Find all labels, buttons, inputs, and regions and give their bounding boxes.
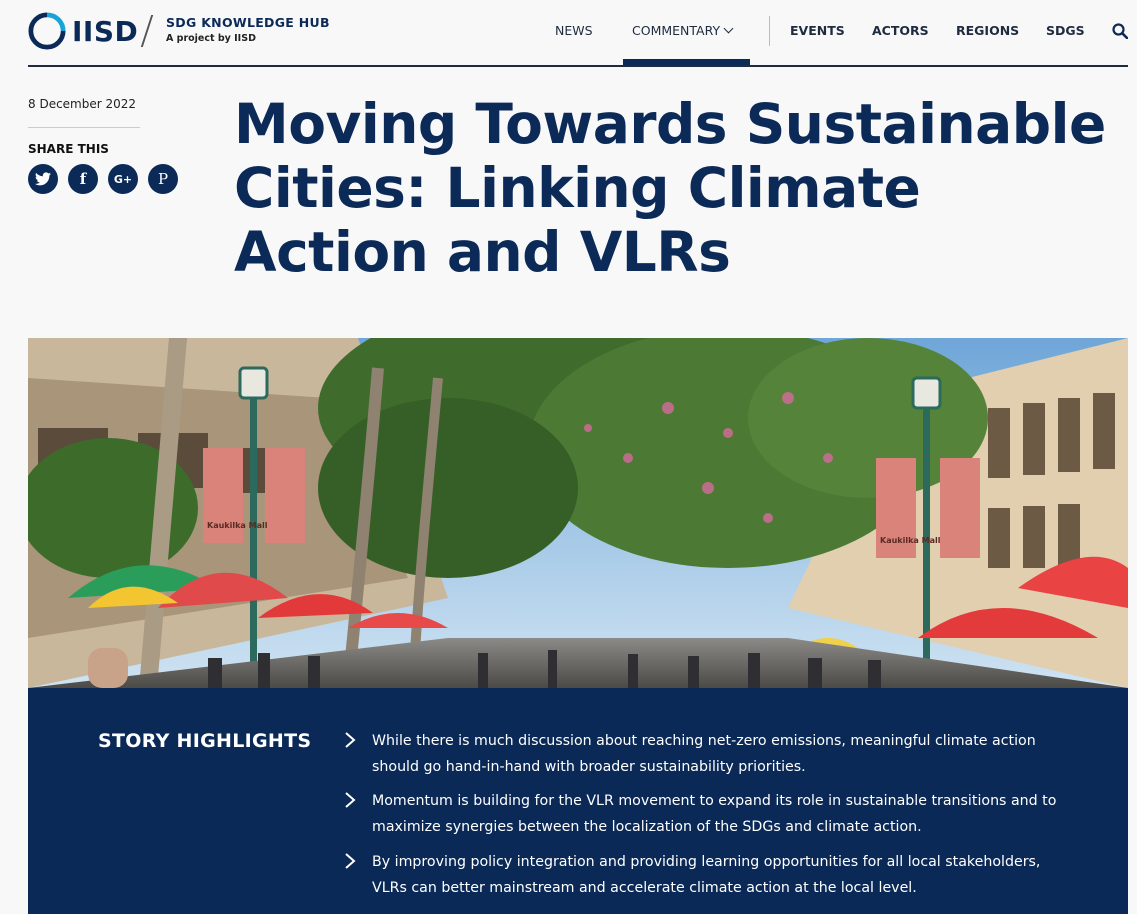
- highlight-text: While there is much discussion about rea…: [372, 733, 1036, 775]
- share-google-plus-button[interactable]: G+: [108, 164, 138, 194]
- article-title: Moving Towards Sustainable Cities: Linki…: [234, 92, 1106, 284]
- highlight-text: Momentum is building for the VLR movemen…: [372, 793, 1057, 835]
- logo-text: IISD: [72, 14, 139, 48]
- highlights-title: STORY HIGHLIGHTS: [98, 730, 312, 752]
- iisd-logo-ring-icon: [28, 12, 66, 50]
- nav-events[interactable]: EVENTS: [790, 23, 845, 38]
- chevron-right-icon: [345, 732, 356, 748]
- meta-divider: [28, 127, 140, 128]
- facebook-icon: f: [79, 170, 87, 188]
- hero-image: Kaukilka Mall Kaukilka Mall: [28, 338, 1128, 688]
- hub-subtitle: A project by IISD: [166, 33, 256, 44]
- share-facebook-button[interactable]: f: [68, 164, 98, 194]
- nav-news[interactable]: NEWS: [555, 23, 593, 38]
- iisd-logo[interactable]: IISD: [28, 11, 138, 51]
- chevron-down-icon: [723, 23, 734, 34]
- street-market-photo-icon: Kaukilka Mall Kaukilka Mall: [28, 338, 1128, 688]
- story-highlights: STORY HIGHLIGHTS While there is much dis…: [28, 688, 1128, 914]
- highlight-text: By improving policy integration and prov…: [372, 854, 1041, 896]
- site-header: IISD SDG KNOWLEDGE HUB A project by IISD…: [0, 0, 1137, 66]
- banner-text-1: Kaukilka Mall: [207, 521, 268, 530]
- share-label: SHARE THIS: [28, 142, 109, 156]
- nav-commentary[interactable]: COMMENTARY: [632, 23, 734, 38]
- banner-text-2: Kaukilka Mall: [880, 536, 941, 545]
- nav-separator: [769, 16, 770, 46]
- nav-actors[interactable]: ACTORS: [872, 23, 929, 38]
- hub-title[interactable]: SDG KNOWLEDGE HUB: [166, 15, 330, 30]
- nav-commentary-label: COMMENTARY: [632, 23, 721, 38]
- logo-divider: [140, 15, 154, 47]
- article-date: 8 December 2022: [28, 97, 137, 111]
- header-divider: [28, 65, 1128, 67]
- share-pinterest-button[interactable]: P: [148, 164, 178, 194]
- twitter-icon: [35, 172, 51, 186]
- pinterest-icon: P: [157, 170, 169, 188]
- chevron-right-icon: [345, 853, 356, 869]
- chevron-right-icon: [345, 792, 356, 808]
- share-twitter-button[interactable]: [28, 164, 58, 194]
- nav-regions[interactable]: REGIONS: [956, 23, 1019, 38]
- nav-sdgs[interactable]: SDGS: [1046, 23, 1085, 38]
- google-plus-icon: G+: [113, 172, 133, 186]
- search-icon[interactable]: [1112, 23, 1128, 39]
